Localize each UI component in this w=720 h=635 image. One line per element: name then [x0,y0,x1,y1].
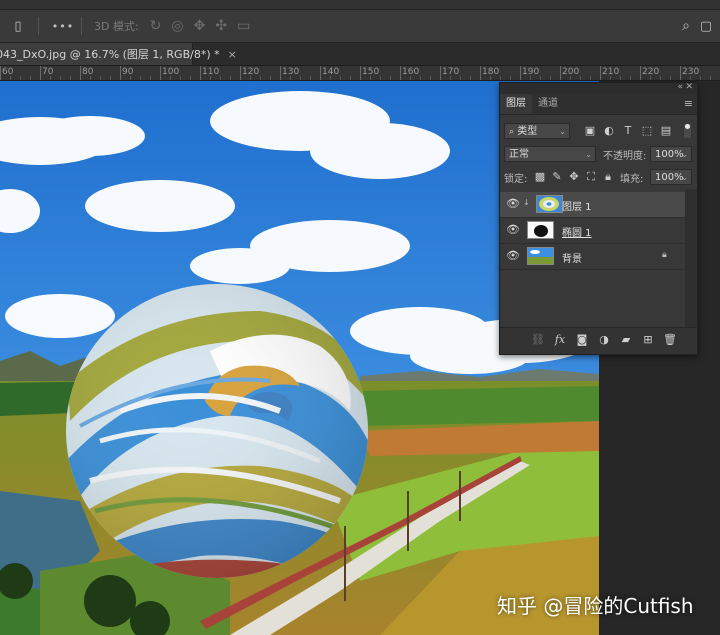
layer-row[interactable]: 👁︎ 背景 🔒︎ [500,244,685,270]
eye-icon[interactable]: 👁︎ [506,223,520,236]
chevron-down-icon: ⌄ [559,127,566,136]
divider [81,17,82,35]
layer-thumbnail [527,247,554,265]
document-tab-title: 043_DxO.jpg @ 16.7% (图层 1, RGB/8*) * [0,48,220,61]
pan-icon[interactable]: ✥ [194,18,206,34]
horizontal-ruler: 60 70 80 90 100 110 120 130 140 150 160 170 180 190 20… [0,66,720,81]
lock-icon: 🔒︎ [662,250,667,260]
search-icon[interactable]: ⌕ [676,16,696,36]
filter-smartobject-icon[interactable]: ▤ [658,123,674,139]
watermark: 知乎 @冒险的Cutfish [497,594,694,618]
document-tab-bar: 043_DxO.jpg @ 16.7% (图层 1, RGB/8*) * × [0,43,720,66]
ruler-tick-label: 60 [2,67,14,77]
filter-type-icon[interactable]: T [620,123,636,139]
fx-icon[interactable]: fx [552,333,568,346]
tab-layers[interactable]: 图层 [500,94,532,114]
eye-icon[interactable]: 👁︎ [506,249,520,262]
clipping-mask-icon: ↓ [523,198,530,207]
layer-thumbnail [527,221,554,239]
lock-all-icon[interactable]: 🔒︎ [600,169,616,185]
panel-menu-icon[interactable]: ≡ [684,97,693,110]
lock-transparent-icon[interactable]: ▩ [532,169,548,185]
new-layer-icon[interactable]: ⊞ [640,333,656,346]
chevron-down-icon: ⌄ [681,173,688,182]
group-folder-icon[interactable]: ▰ [618,333,634,346]
lock-image-icon[interactable]: ✎ [549,169,565,185]
tab-channels[interactable]: 通道 [532,94,564,114]
fill-value: 100% [655,172,684,183]
chevron-down-icon: ⌄ [585,150,592,159]
layer-name: 背景 [562,254,582,265]
workspace-icon[interactable]: ▢ [696,16,716,36]
lock-position-icon[interactable]: ✥ [566,169,582,185]
lock-row: 锁定: ▩ ✎ ✥ ⛶ 🔒︎ 填充: 100% ⌄ [500,167,697,187]
document-tab[interactable]: 043_DxO.jpg @ 16.7% (图层 1, RGB/8*) * × [0,43,237,65]
panel-header: « ✕ [500,82,697,94]
slide-icon[interactable]: ✣ [215,18,227,34]
blend-mode-value: 正常 [509,149,529,160]
close-icon[interactable]: ✕ [685,82,693,92]
panel-tabs: 图层 通道 ≡ [500,94,697,115]
close-icon[interactable]: × [228,48,237,61]
chevron-down-icon: ⌄ [681,150,688,159]
fill-label: 填充: [620,174,644,185]
filter-shape-icon[interactable]: ⬚ [639,123,655,139]
camera-icon[interactable]: ▭ [237,18,250,34]
blend-mode-select[interactable]: 正常 ⌄ [504,146,596,162]
blend-row: 正常 ⌄ 不透明度: 100% ⌄ [500,144,697,164]
ruler-tick-label: 80 [82,67,94,77]
trash-icon[interactable]: 🗑︎ [662,333,678,346]
options-bar: ▯ ••• 3D 模式: ↻ ◎ ✥ ✣ ▭ ⌕ ▢ [0,10,720,43]
ruler-tick-label: 90 [122,67,134,77]
link-layers-icon[interactable]: ⛓ [530,333,546,346]
filter-adjustment-icon[interactable]: ◐ [601,123,617,139]
filter-kind-select[interactable]: ⌕ 类型 ⌄ [504,123,570,139]
opacity-label: 不透明度: [603,151,647,162]
panel-footer: ⛓ fx ◙ ◑ ▰ ⊞ 🗑︎ [500,327,697,354]
filter-kind-value: 类型 [517,126,538,137]
adjustment-layer-icon[interactable]: ◑ [596,333,612,346]
filter-toggle[interactable] [684,124,691,138]
layer-name: 椭圆 1 [562,228,592,239]
search-icon: ⌕ [509,127,515,137]
fill-input[interactable]: 100% ⌄ [650,169,692,185]
menu-bar-strip [0,0,720,10]
lock-artboard-icon[interactable]: ⛶ [583,169,599,185]
ruler-tick-label: 70 [42,67,54,77]
layer-row[interactable]: 👁︎ ↓ 图层 1 [500,192,685,218]
layer-name: 图层 1 [562,202,592,213]
divider [38,17,39,35]
lock-label: 锁定: [504,174,528,185]
filter-pixel-icon[interactable]: ▣ [582,123,598,139]
collapse-icon[interactable]: « [677,82,683,92]
layers-panel: « ✕ 图层 通道 ≡ ⌕ 类型 ⌄ ▣ ◐ T ⬚ ▤ 正常 ⌄ 不透明度: … [499,82,698,355]
3d-mode-label: 3D 模式: [94,20,139,33]
opacity-input[interactable]: 100% ⌄ [650,146,692,162]
eye-icon[interactable]: 👁︎ [506,197,520,210]
add-mask-icon[interactable]: ◙ [574,333,590,346]
layer-thumbnail [536,195,563,213]
align-icon[interactable]: ▯ [8,16,28,36]
opacity-value: 100% [655,149,684,160]
layer-row[interactable]: 👁︎ 椭圆 1 [500,218,685,244]
roll-icon[interactable]: ◎ [171,18,183,34]
filter-row: ⌕ 类型 ⌄ ▣ ◐ T ⬚ ▤ [500,121,697,141]
scrollbar[interactable] [685,189,697,328]
orbit-icon[interactable]: ↻ [150,18,162,34]
layers-list: 👁︎ ↓ 图层 1 👁︎ 椭圆 1 👁︎ 背景 🔒︎ [500,189,697,328]
more-options-button[interactable]: ••• [49,16,77,36]
